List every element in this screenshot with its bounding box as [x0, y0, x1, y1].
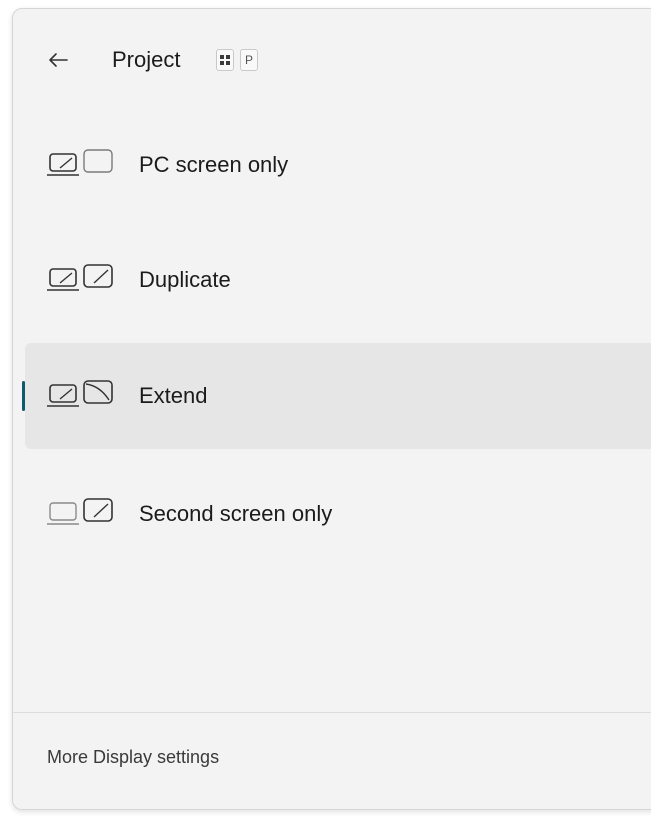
page-title: Project: [112, 47, 181, 72]
option-label: PC screen only: [139, 152, 289, 177]
flyout-footer: More Display settings: [13, 712, 651, 809]
option-label: Duplicate: [139, 267, 231, 292]
option-duplicate[interactable]: Duplicate: [25, 227, 651, 333]
flyout-header: Project P: [13, 39, 651, 81]
option-label: Extend: [139, 383, 208, 408]
back-arrow-icon[interactable]: [45, 47, 71, 73]
more-display-settings-link[interactable]: More Display settings: [47, 747, 219, 768]
duplicate-icon: [47, 264, 113, 291]
option-extend[interactable]: Extend: [22, 343, 651, 449]
project-flyout: Project P PC screen only Duplicate Exten…: [12, 8, 651, 810]
windows-key-icon: [216, 49, 234, 71]
extend-icon: [47, 380, 113, 407]
pc-screen-only-icon: [47, 149, 113, 176]
second-screen-only-icon: [47, 498, 113, 525]
p-key: P: [240, 49, 258, 71]
option-pc-screen-only[interactable]: PC screen only: [25, 112, 651, 218]
option-label: Second screen only: [139, 501, 333, 526]
selected-indicator: [22, 381, 25, 411]
option-second-screen-only[interactable]: Second screen only: [25, 461, 651, 567]
shortcut-keys: P: [216, 49, 258, 71]
